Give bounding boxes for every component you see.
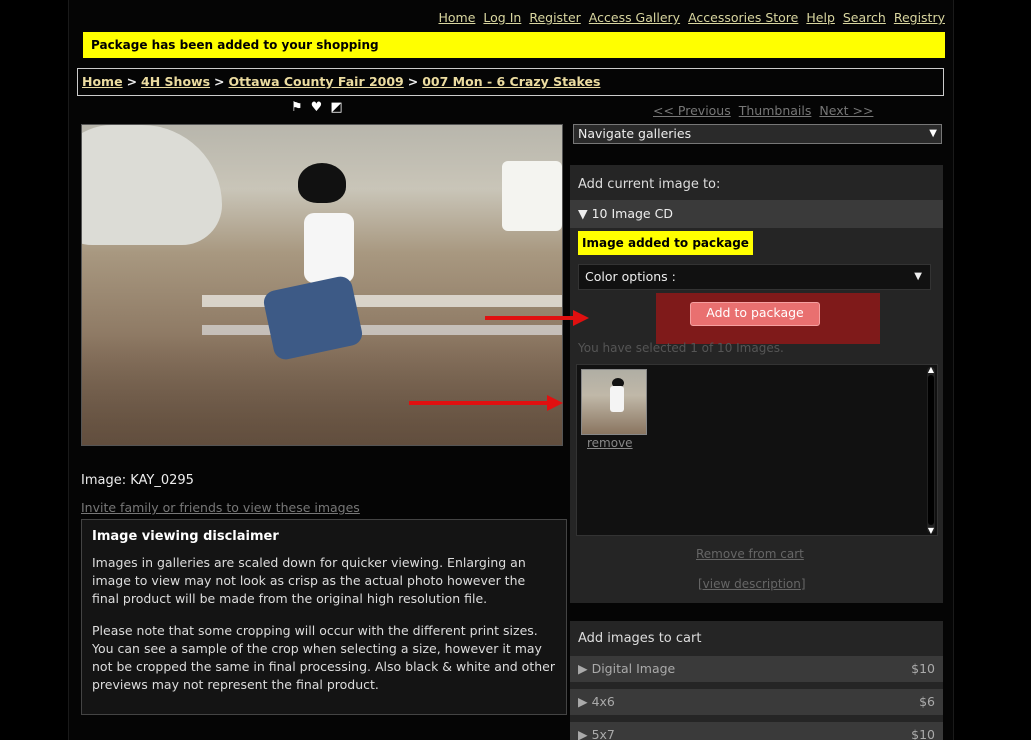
dropdown-arrow-icon: ▼ [929, 128, 937, 139]
navigate-galleries-value: Navigate galleries [578, 126, 692, 141]
breadcrumb-ottawa-county-fair[interactable]: Ottawa County Fair 2009 [229, 74, 404, 89]
breadcrumb-separator: > [126, 74, 138, 89]
disclaimer-paragraph: Please note that some cropping will occu… [92, 623, 555, 692]
breadcrumb-gallery[interactable]: 007 Mon - 6 Crazy Stakes [422, 74, 600, 89]
previous-link[interactable]: << Previous [653, 103, 731, 118]
main-photo[interactable] [81, 124, 563, 446]
disclaimer-title: Image viewing disclaimer [92, 529, 279, 544]
disclaimer-box: Image viewing disclaimer Images in galle… [81, 519, 567, 715]
image-tools: ⚑ ♥ ◩ [291, 100, 343, 115]
flag-icon[interactable]: ⚑ [291, 100, 303, 115]
nav-accessories-store[interactable]: Accessories Store [688, 10, 798, 25]
scroll-up-icon[interactable]: ▲ [927, 365, 935, 374]
photo-fence-shape [202, 295, 562, 307]
remove-thumbnail-link[interactable]: remove [587, 436, 633, 450]
heart-icon[interactable]: ♥ [311, 100, 323, 115]
nav-search[interactable]: Search [843, 10, 886, 25]
breadcrumb-separator: > [214, 74, 225, 89]
package-thumbnail[interactable] [581, 369, 647, 435]
nav-register[interactable]: Register [529, 10, 580, 25]
package-panel-title: Add current image to: [578, 177, 721, 192]
disclaimer-paragraph: Images in galleries are scaled down for … [92, 555, 526, 606]
navigate-galleries-select[interactable]: Navigate galleries ▼ [573, 124, 942, 144]
package-panel: Add current image to: ▼ 10 Image CD Imag… [570, 165, 943, 603]
next-link[interactable]: Next >> [819, 103, 873, 118]
contrast-icon[interactable]: ◩ [330, 100, 342, 115]
remove-from-cart-link[interactable]: Remove from cart [696, 547, 804, 561]
package-thumbnails-list: remove ▲ ▼ [576, 364, 938, 536]
breadcrumb-home[interactable]: Home [82, 74, 123, 89]
color-options-value: Color options : [585, 269, 676, 284]
thumbnails-link[interactable]: Thumbnails [739, 103, 812, 118]
breadcrumb-4h-shows[interactable]: 4H Shows [141, 74, 210, 89]
cart-option-label: ▶ 5x7 [578, 727, 615, 740]
top-navigation: Home Log In Register Access Gallery Acce… [438, 10, 945, 25]
nav-home[interactable]: Home [438, 10, 475, 25]
cart-option-row[interactable]: ▶ 5x7 $10 [570, 722, 943, 740]
cart-panel-title: Add images to cart [578, 631, 702, 646]
nav-help[interactable]: Help [806, 10, 835, 25]
cart-option-label: ▶ 4x6 [578, 694, 615, 709]
cart-option-price: $10 [911, 727, 935, 740]
invite-link[interactable]: Invite family or friends to view these i… [81, 500, 360, 515]
cart-option-row[interactable]: ▶ 4x6 $6 [570, 689, 943, 715]
cart-notice: Package has been added to your shopping [83, 32, 945, 58]
nav-access-gallery[interactable]: Access Gallery [589, 10, 680, 25]
cart-panel: Add images to cart ▶ Digital Image $10 ▶… [570, 621, 943, 740]
photo-rider-helmet [298, 163, 346, 203]
annotation-arrow [485, 310, 589, 326]
photo-horse-shape [82, 125, 222, 245]
photo-fence-shape [202, 325, 562, 335]
add-to-package-button[interactable]: Add to package [690, 302, 820, 326]
breadcrumb: Home >4H Shows > Ottawa County Fair 2009 >00… [77, 68, 944, 96]
nav-login[interactable]: Log In [483, 10, 521, 25]
scroll-down-icon[interactable]: ▼ [927, 526, 935, 535]
image-name: Image: KAY_0295 [81, 473, 194, 488]
thumb-rider-body [610, 386, 624, 412]
pager: << Previous Thumbnails Next >> [653, 103, 873, 118]
nav-registry[interactable]: Registry [894, 10, 945, 25]
page: Home Log In Register Access Gallery Acce… [68, 0, 954, 740]
color-options-select[interactable]: Color options : ▼ [578, 264, 931, 290]
cart-option-row[interactable]: ▶ Digital Image $10 [570, 656, 943, 682]
thumbnails-scrollbar[interactable]: ▲ ▼ [927, 365, 935, 535]
cart-option-label: ▶ Digital Image [578, 661, 676, 676]
view-description-link[interactable]: [view description] [698, 577, 806, 591]
annotation-arrow [409, 395, 563, 411]
cart-option-price: $6 [919, 694, 935, 709]
cart-option-price: $10 [911, 661, 935, 676]
dropdown-arrow-icon: ▼ [914, 271, 922, 282]
photo-rider-body [304, 213, 354, 283]
selection-info: You have selected 1 of 10 Images. [578, 341, 784, 355]
image-added-badge: Image added to package [578, 231, 753, 255]
package-section-header[interactable]: ▼ 10 Image CD [570, 200, 943, 228]
scrollbar-thumb[interactable] [928, 375, 934, 525]
photo-truck-shape [502, 161, 562, 231]
breadcrumb-separator: > [407, 74, 419, 89]
